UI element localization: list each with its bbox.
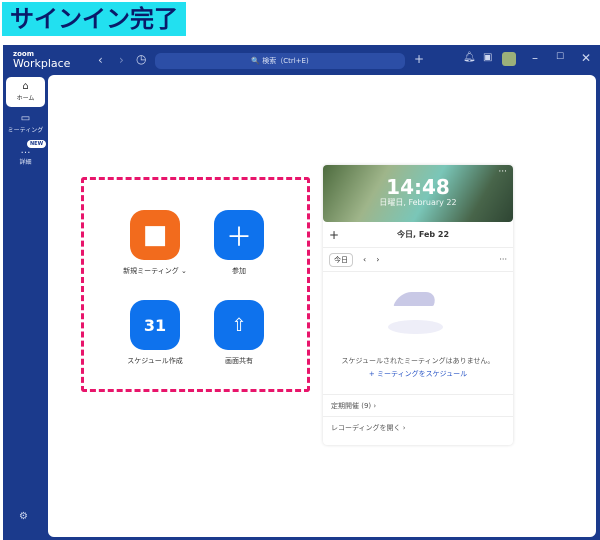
prev-icon[interactable]: ‹ (363, 255, 366, 264)
more-icon[interactable]: ··· (498, 167, 507, 177)
zoom-window: zoom Workplace ‹ › ◷ 🔍 検索（Ctrl+E) + 🔔︎ ▣ … (3, 45, 600, 540)
video-icon: ▭ (20, 113, 31, 124)
schedule-meeting-link[interactable]: + ミーティングをスケジュール (323, 369, 513, 379)
recordings-link[interactable]: レコーディングを開く › (323, 416, 513, 438)
caption: サインイン完了 (2, 2, 186, 36)
home-icon: ⌂ (22, 81, 29, 92)
back-icon[interactable]: ‹ (98, 53, 103, 67)
join-button[interactable]: ＋ 参加 (189, 210, 289, 276)
settings-icon[interactable]: ⚙ (19, 511, 28, 522)
date-picker[interactable]: 今日, Feb 22 (397, 229, 449, 240)
sidebar-item-meetings[interactable]: ▭ ミーティング (6, 109, 45, 139)
umbrella-icon (393, 292, 439, 306)
calendar-day-icon: 31 (130, 300, 180, 350)
new-badge: NEW (27, 140, 47, 148)
clock-time: 14:48 (386, 175, 450, 199)
action-label: スケジュール作成 (127, 357, 183, 365)
action-label: 新規ミーティング ⌄ (123, 267, 187, 275)
forward-icon[interactable]: › (119, 53, 124, 67)
history-icon[interactable]: ◷ (136, 52, 146, 66)
home-panel: ■ 新規ミーティング ⌄ ＋ 参加 31 スケジュール作成 ⇧ 画面共有 14:48 日… (48, 75, 596, 537)
recordings-label: レコーディングを開く (331, 424, 401, 432)
action-label: 参加 (232, 267, 246, 275)
share-screen-button[interactable]: ⇧ 画面共有 (189, 300, 289, 366)
sidebar: ⌂ ホーム ▭ ミーティング … 詳細 (3, 75, 48, 173)
today-button[interactable]: 今日 (329, 252, 353, 267)
sidebar-item-label: 詳細 (19, 159, 32, 166)
empty-message: スケジュールされたミーティングはありません。 (341, 357, 495, 365)
link-label: ミーティングをスケジュール (377, 370, 468, 378)
search-input[interactable]: 🔍 検索（Ctrl+E) (155, 53, 405, 69)
recurring-link[interactable]: 定期開催 (9) › (323, 394, 513, 416)
sidebar-item-label: ホーム (16, 95, 35, 102)
maximize-icon[interactable]: ☐ (556, 52, 564, 62)
bell-icon[interactable]: 🔔︎ (463, 52, 476, 63)
calendar-card: 14:48 日曜日, February 22 ··· + 今日, Feb 22 今… (323, 165, 513, 445)
more-icon[interactable]: ··· (499, 255, 507, 264)
clock-banner: 14:48 日曜日, February 22 ··· (323, 165, 513, 222)
recurring-label: 定期開催 (9) (331, 402, 372, 410)
avatar[interactable] (502, 52, 516, 66)
next-icon[interactable]: › (376, 255, 379, 264)
calendar-icon[interactable]: ▣ (483, 52, 492, 63)
minimize-icon[interactable]: – (532, 51, 538, 65)
action-label: 画面共有 (225, 357, 253, 365)
video-camera-icon: ■ (130, 210, 180, 260)
share-arrow-icon: ⇧ (214, 300, 264, 350)
sidebar-item-home[interactable]: ⌂ ホーム (6, 77, 45, 107)
plus-icon: ＋ (214, 210, 264, 260)
empty-state: スケジュールされたミーティングはありません。 + ミーティングをスケジュール (323, 272, 513, 394)
close-icon[interactable]: ✕ (581, 51, 591, 65)
add-event-icon[interactable]: + (329, 228, 339, 242)
clock-date: 日曜日, February 22 (379, 198, 457, 207)
sidebar-item-label: ミーティング (7, 127, 44, 134)
add-icon[interactable]: + (414, 52, 424, 66)
app-logo: zoom Workplace (13, 50, 71, 70)
